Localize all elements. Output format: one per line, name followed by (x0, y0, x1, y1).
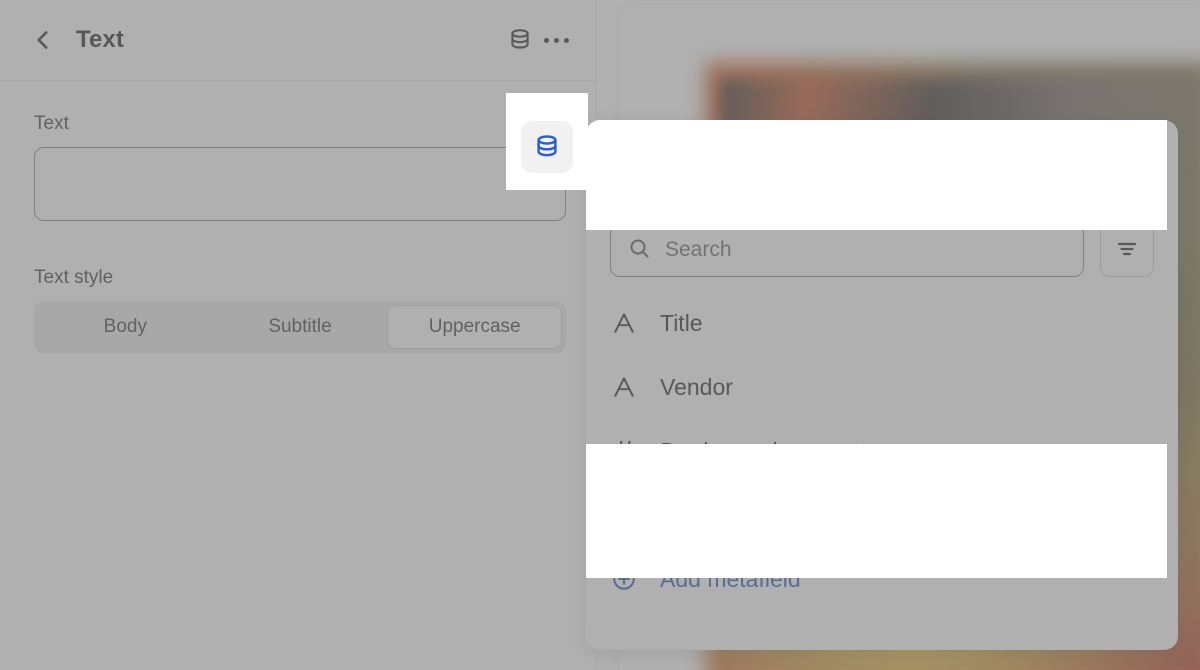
text-letter-icon (610, 374, 638, 400)
list-item-product-rating-highlighted[interactable]: Product rating (586, 508, 592, 572)
text-style-label: Text style (34, 267, 562, 289)
text-field-label: Text (34, 113, 562, 135)
list-item-label: Vendor (660, 374, 733, 401)
list-item-product-rating-count-highlighted[interactable]: Product rating count (586, 444, 592, 508)
screen-root: Text Text Text style Body Subti (0, 0, 1200, 670)
spotlight-database-icon (506, 93, 588, 190)
popover-search-row: Search (586, 223, 1178, 291)
text-style-option-subtitle[interactable]: Subtitle (213, 305, 388, 349)
text-input[interactable] (34, 147, 566, 221)
spotlight-current-template-content: Current template Product (586, 120, 592, 230)
list-item-vendor[interactable]: Vendor (586, 355, 1178, 419)
spotlight-database-icon-content (506, 93, 588, 190)
text-letter-icon (610, 310, 638, 336)
database-icon-button[interactable] (502, 22, 538, 58)
chevron-left-icon[interactable] (30, 27, 56, 53)
text-style-segmented-control: Body Subtitle Uppercase (34, 301, 566, 353)
search-icon (627, 236, 651, 265)
filter-icon (1115, 236, 1139, 265)
spotlight-current-template: Current template Product (586, 120, 1167, 230)
filter-button[interactable] (1100, 223, 1154, 277)
search-placeholder: Search (665, 238, 732, 262)
text-style-option-body[interactable]: Body (38, 305, 213, 349)
text-style-option-uppercase[interactable]: Uppercase (387, 305, 562, 349)
ellipsis-horizontal-icon (544, 38, 569, 43)
spotlight-metafield-rows: Product rating count Product rating (586, 444, 1167, 578)
sidebar-header: Text (0, 0, 596, 81)
database-icon-button-highlighted[interactable] (521, 121, 573, 173)
search-input[interactable]: Search (610, 223, 1084, 277)
ellipsis-horizontal-icon-button[interactable] (538, 22, 574, 58)
list-item-title[interactable]: Title (586, 291, 1178, 355)
list-item-label: Title (660, 310, 703, 337)
page-title: Text (76, 26, 124, 54)
spotlight-metafield-rows-content: Product rating count Product rating (586, 444, 592, 530)
